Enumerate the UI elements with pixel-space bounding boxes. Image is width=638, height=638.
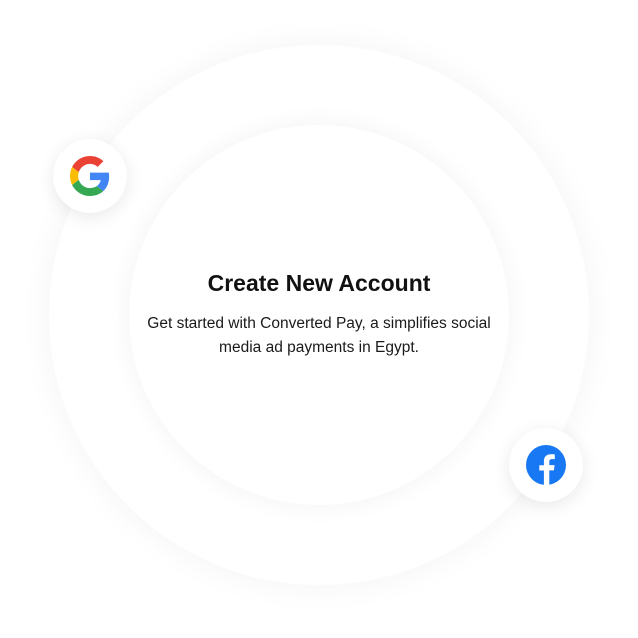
facebook-signup-button[interactable]	[509, 428, 583, 502]
page-subtitle: Get started with Converted Pay, a simpli…	[147, 315, 491, 356]
signup-hero: Create New Account Get started with Conv…	[0, 0, 638, 638]
facebook-logo-icon	[526, 445, 566, 485]
google-logo-icon	[70, 156, 110, 196]
signup-text-block: Create New Account Get started with Conv…	[129, 125, 509, 505]
google-signup-button[interactable]	[53, 139, 127, 213]
page-title: Create New Account	[207, 270, 431, 296]
